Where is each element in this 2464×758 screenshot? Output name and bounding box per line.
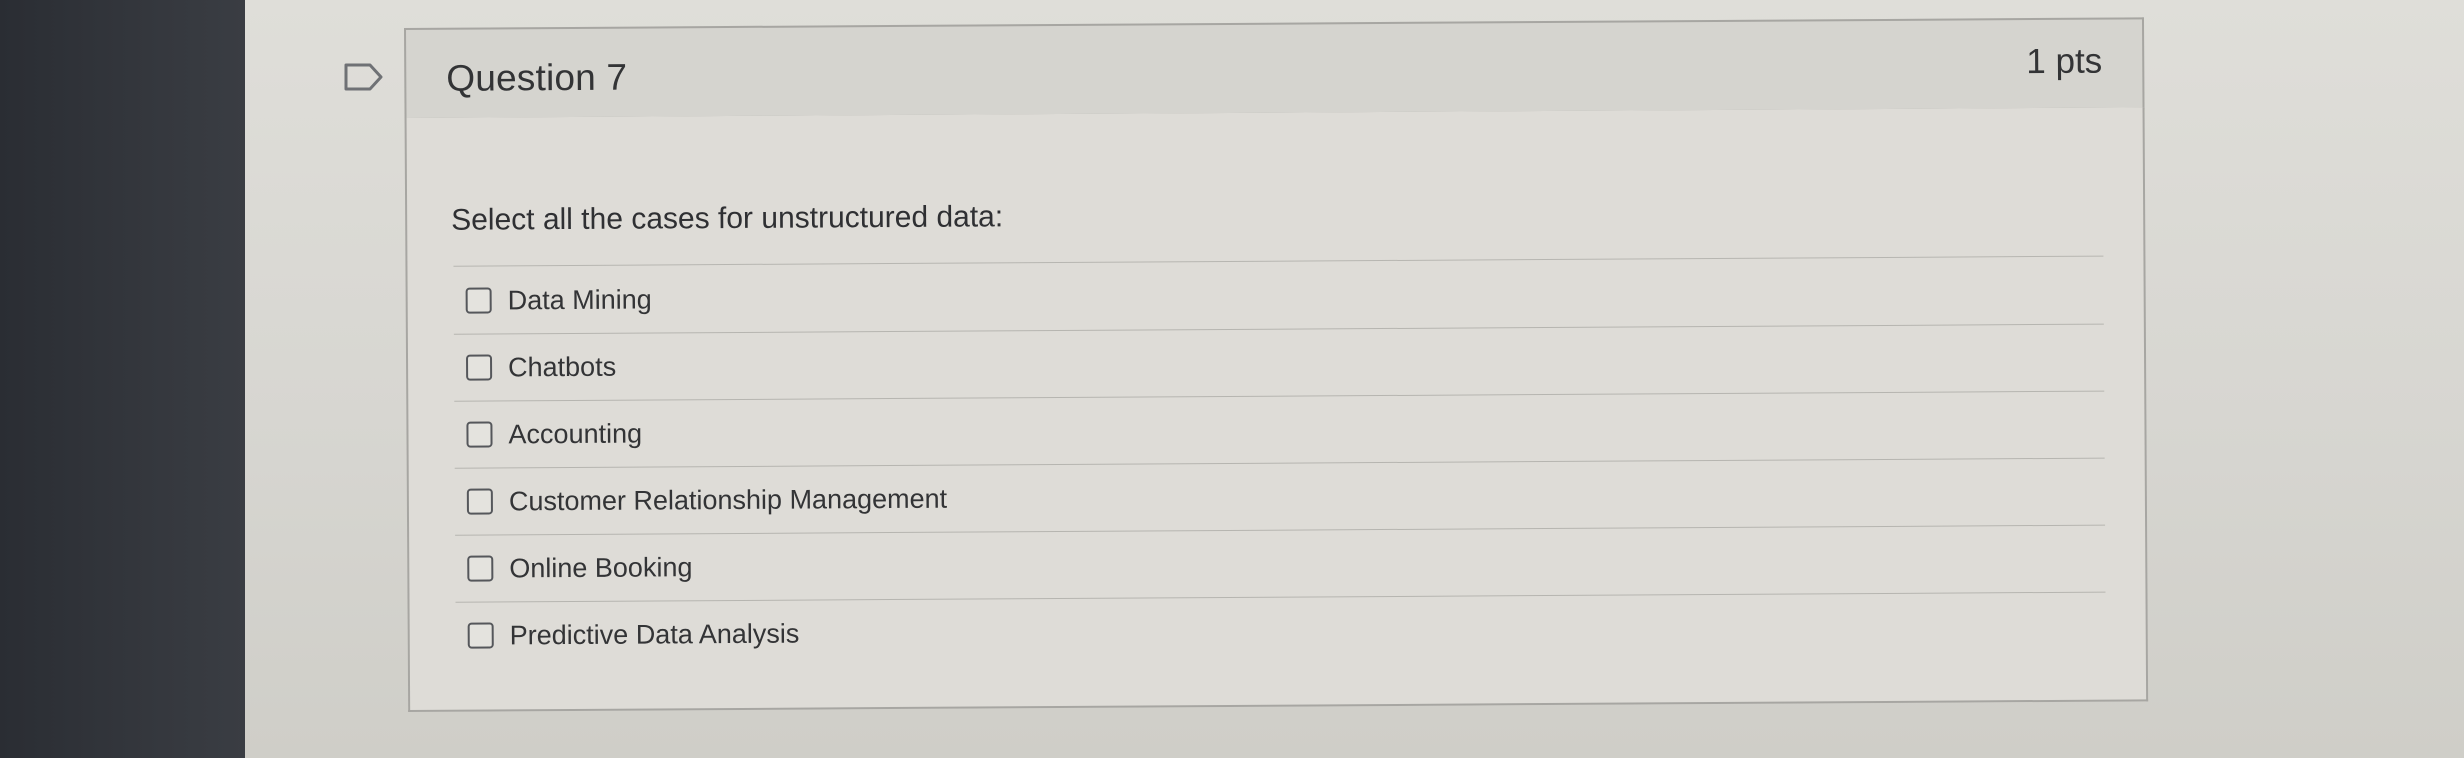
answer-label[interactable]: Data Mining xyxy=(508,284,652,316)
question-body: Select all the cases for unstructured da… xyxy=(404,107,2149,712)
checkbox-icon[interactable] xyxy=(467,555,494,582)
answer-option[interactable]: Chatbots xyxy=(453,324,2105,402)
question-title: Question 7 xyxy=(446,56,628,99)
question-card: Question 7 1 pts Select all the cases fo… xyxy=(404,17,2149,714)
answer-option[interactable]: Customer Relationship Management xyxy=(454,458,2106,536)
answer-label[interactable]: Customer Relationship Management xyxy=(509,483,947,517)
answer-label[interactable]: Online Booking xyxy=(509,552,692,584)
answer-label[interactable]: Accounting xyxy=(508,418,642,450)
question-points: 1 pts xyxy=(2026,41,2103,82)
checkbox-icon[interactable] xyxy=(466,421,493,448)
checkbox-icon[interactable] xyxy=(466,488,493,515)
checkbox-icon[interactable] xyxy=(467,622,494,649)
answer-label[interactable]: Chatbots xyxy=(508,351,616,383)
flag-question-icon[interactable] xyxy=(344,62,384,92)
answer-list: Data Mining Chatbots Accounting Customer… xyxy=(453,257,2106,669)
answer-option[interactable]: Predictive Data Analysis xyxy=(456,593,2106,669)
screen-bezel xyxy=(0,0,245,758)
question-header: Question 7 1 pts xyxy=(404,17,2145,120)
checkbox-icon[interactable] xyxy=(465,354,493,381)
answer-option[interactable]: Accounting xyxy=(454,391,2105,469)
question-prompt: Select all the cases for unstructured da… xyxy=(451,200,1004,237)
checkbox-icon[interactable] xyxy=(465,287,492,314)
answer-label[interactable]: Predictive Data Analysis xyxy=(510,618,800,651)
answer-option[interactable]: Data Mining xyxy=(453,257,2104,335)
answer-option[interactable]: Online Booking xyxy=(455,525,2106,603)
